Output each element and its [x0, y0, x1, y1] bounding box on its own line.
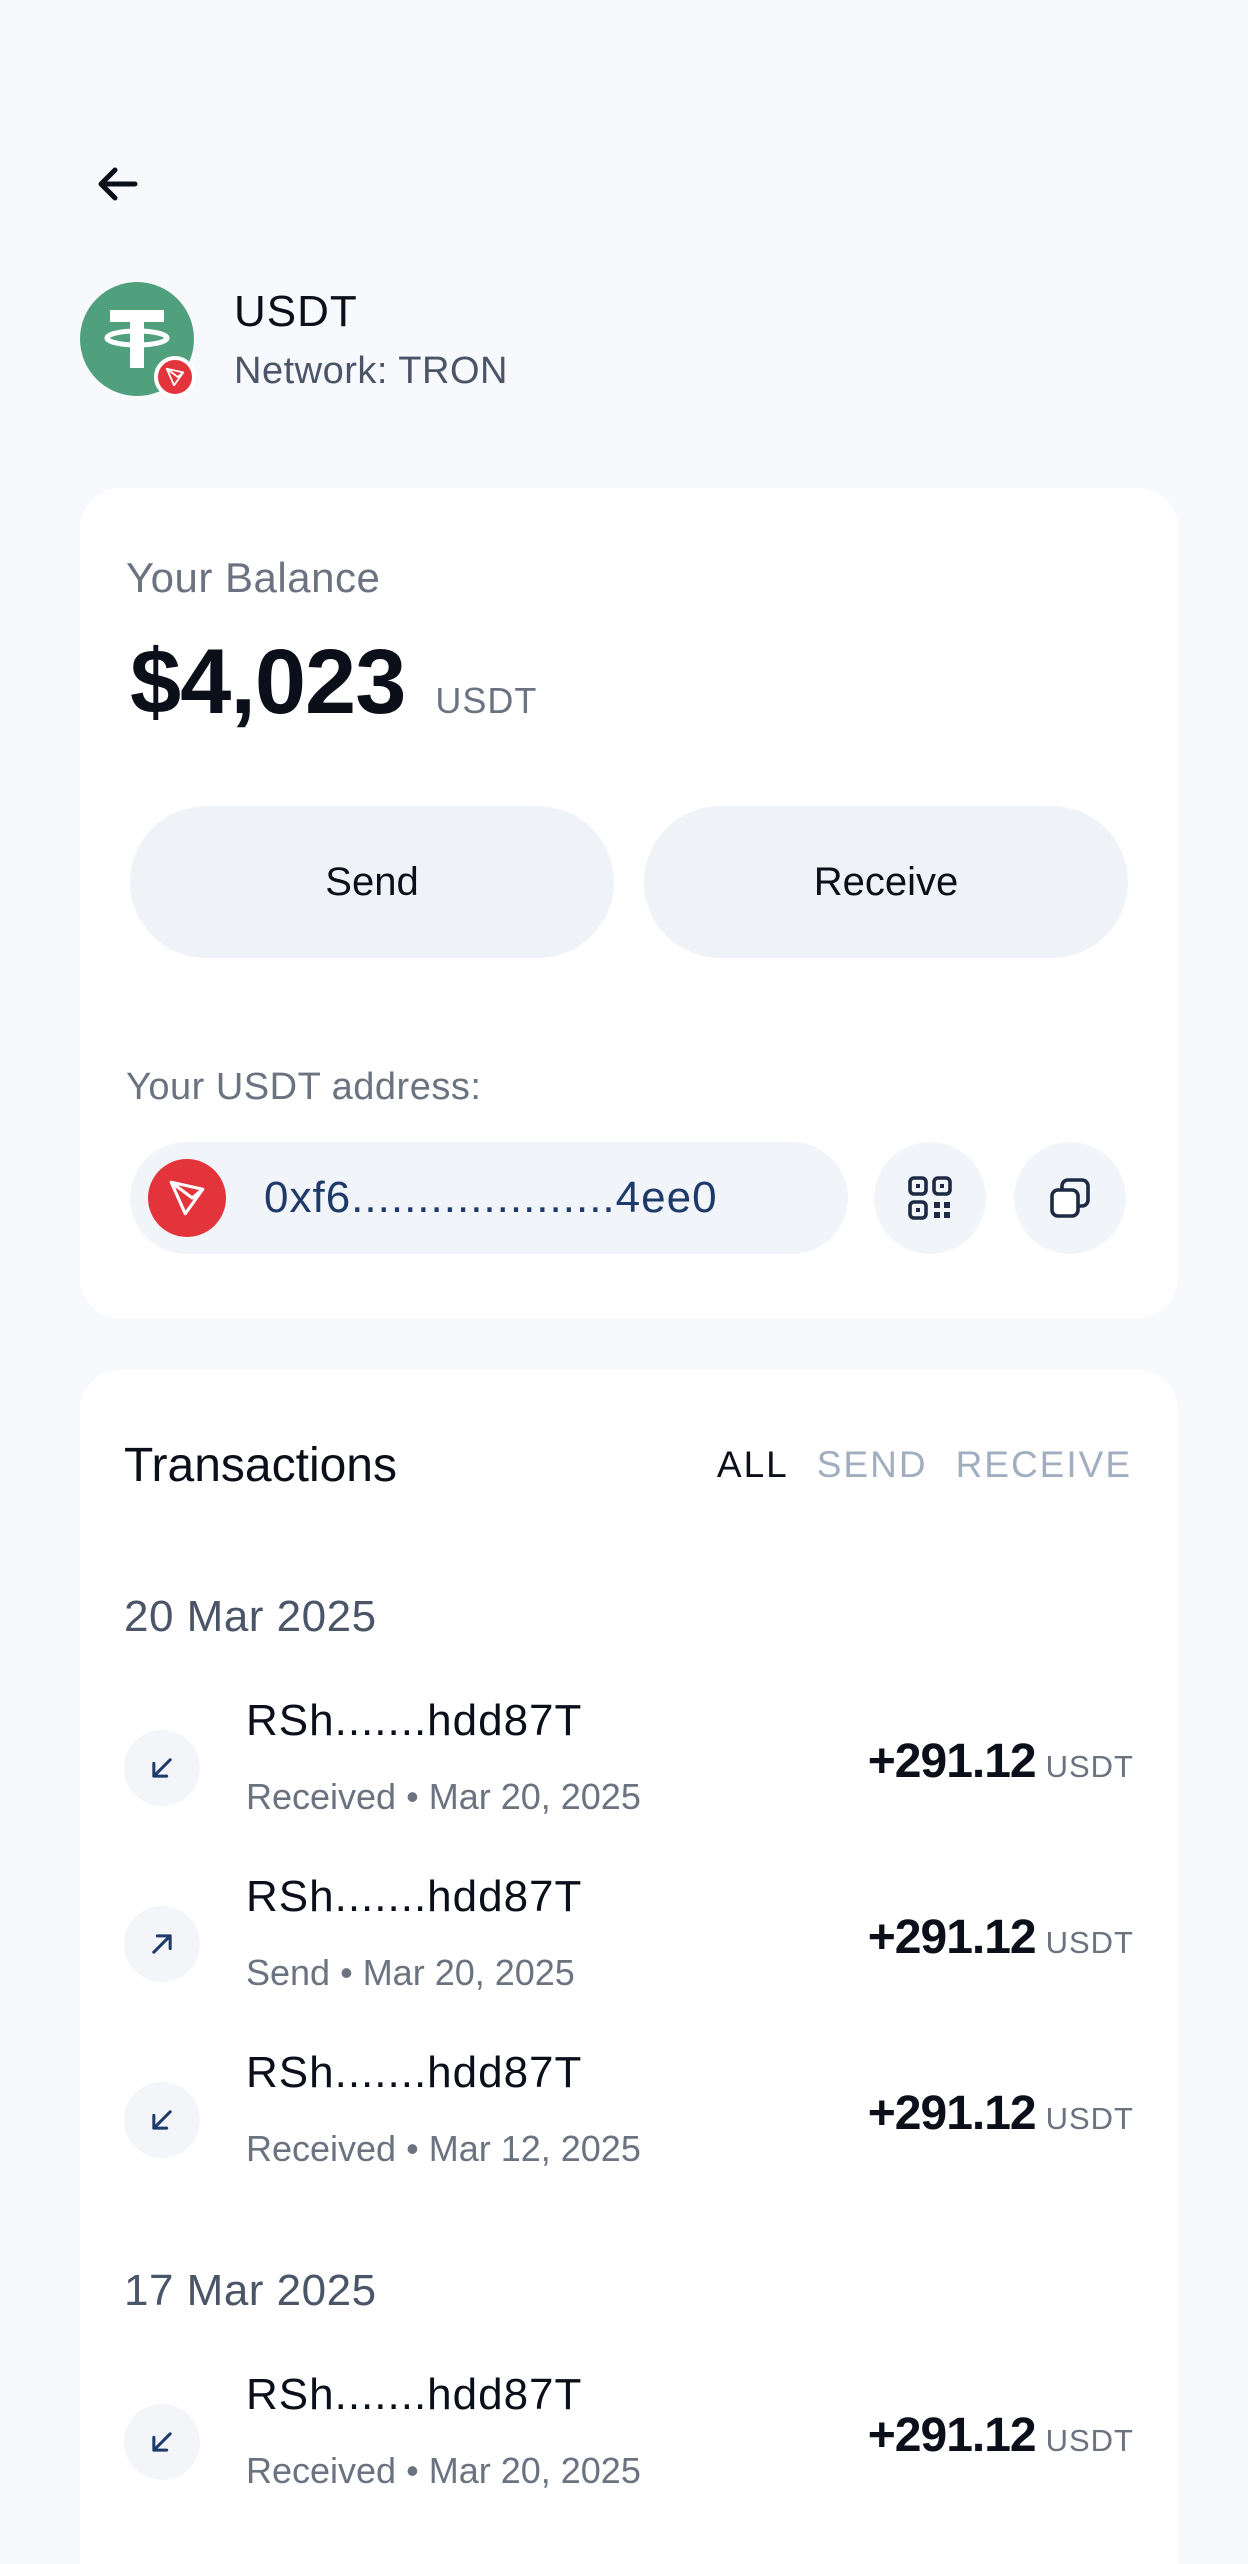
tx-amount: +291.12 USDT	[868, 1734, 1134, 1789]
tx-direction-icon	[124, 2404, 200, 2480]
usdt-logo	[80, 282, 196, 398]
tx-direction-icon	[124, 2082, 200, 2158]
tx-amount: +291.12 USDT	[868, 2408, 1134, 2463]
copy-button[interactable]	[1014, 1142, 1126, 1254]
tx-amount: +291.12 USDT	[868, 2086, 1134, 2141]
tx-date: Mar 20, 2025	[428, 1776, 641, 1817]
tx-value: +291.12	[867, 1735, 1037, 1788]
arrow-left-icon	[98, 167, 138, 201]
transactions-title: Transactions	[124, 1439, 397, 1492]
date-group-header: 20 Mar 2025	[124, 1592, 377, 1641]
address-value: 0xf6....................4ee0	[264, 1173, 718, 1222]
tx-address: RSh.......hdd87T	[246, 1696, 583, 1745]
tx-date: Mar 20, 2025	[362, 1952, 575, 1993]
transaction-row[interactable]: RSh.......hdd87T Received • Mar 20, 2025…	[124, 1686, 1134, 1826]
tx-direction-icon	[124, 1730, 200, 1806]
tx-separator: •	[396, 2450, 429, 2491]
tx-unit: USDT	[1045, 2423, 1134, 2458]
arrow-down-left-icon	[152, 1758, 172, 1778]
tx-address: RSh.......hdd87T	[246, 2370, 583, 2419]
tx-unit: USDT	[1045, 1749, 1134, 1784]
tron-icon	[169, 1180, 205, 1216]
tx-type: Send	[246, 1952, 331, 1993]
arrow-down-left-icon	[152, 2432, 172, 2452]
token-info: USDT Network: TRON	[234, 286, 508, 393]
arrow-down-left-icon	[152, 2110, 172, 2130]
tx-meta: Send • Mar 20, 2025	[246, 1952, 575, 1994]
tx-meta: Received • Mar 12, 2025	[246, 2128, 641, 2170]
tron-icon	[165, 367, 185, 387]
tx-address: RSh.......hdd87T	[246, 2048, 583, 2097]
send-button[interactable]: Send	[130, 806, 614, 958]
token-network: Network: TRON	[234, 349, 508, 392]
copy-icon	[1050, 1178, 1090, 1218]
qr-code-icon	[908, 1176, 952, 1220]
tx-meta: Received • Mar 20, 2025	[246, 2450, 641, 2492]
tx-unit: USDT	[1045, 2101, 1134, 2136]
tron-badge	[154, 356, 196, 398]
tx-separator: •	[396, 2128, 429, 2169]
balance-card: Your Balance $4,023 USDT Send Receive Yo…	[80, 488, 1178, 1318]
balance-label: Your Balance	[126, 554, 381, 601]
tx-separator: •	[330, 1952, 363, 1993]
balance-amount: $4,023	[130, 631, 406, 733]
tron-network-icon	[148, 1159, 226, 1237]
back-button[interactable]	[88, 158, 146, 210]
tx-unit: USDT	[1045, 1925, 1134, 1960]
transactions-card: Transactions ALL SEND RECEIVE 20 Mar 202…	[80, 1370, 1178, 2564]
balance-row: $4,023 USDT	[130, 630, 537, 735]
tx-amount: +291.12 USDT	[868, 1910, 1134, 1965]
tx-date: Mar 20, 2025	[428, 2450, 641, 2491]
balance-unit: USDT	[435, 680, 538, 721]
transaction-row[interactable]: RSh.......hdd87T Send • Mar 20, 2025 +29…	[124, 1862, 1134, 2002]
tx-value: +291.12	[867, 1911, 1037, 1964]
filter-send[interactable]: SEND	[817, 1444, 928, 1486]
filter-receive[interactable]: RECEIVE	[956, 1444, 1132, 1486]
receive-button[interactable]: Receive	[644, 806, 1128, 958]
arrow-up-right-icon	[152, 1934, 172, 1954]
tx-type: Received	[246, 2450, 397, 2491]
tx-value: +291.12	[867, 2087, 1037, 2140]
filter-all[interactable]: ALL	[717, 1444, 789, 1486]
token-header: USDT Network: TRON	[80, 282, 508, 398]
tx-meta: Received • Mar 20, 2025	[246, 1776, 641, 1818]
token-name: USDT	[234, 286, 358, 336]
tx-separator: •	[396, 1776, 429, 1817]
transaction-row[interactable]: RSh.......hdd87T Received • Mar 20, 2025…	[124, 2360, 1134, 2500]
token-detail-screen: USDT Network: TRON Your Balance $4,023 U…	[0, 0, 1248, 2564]
transaction-row[interactable]: RSh.......hdd87T Received • Mar 12, 2025…	[124, 2038, 1134, 2178]
tx-date: Mar 12, 2025	[428, 2128, 641, 2169]
address-field[interactable]: 0xf6....................4ee0	[130, 1142, 848, 1254]
qr-code-button[interactable]	[874, 1142, 986, 1254]
tx-address: RSh.......hdd87T	[246, 1872, 583, 1921]
transaction-filters: ALL SEND RECEIVE	[717, 1444, 1132, 1486]
tx-type: Received	[246, 1776, 397, 1817]
tx-value: +291.12	[867, 2409, 1037, 2462]
address-label: Your USDT address:	[126, 1066, 482, 1108]
date-group-header: 17 Mar 2025	[124, 2266, 377, 2315]
tx-type: Received	[246, 2128, 397, 2169]
tx-direction-icon	[124, 1906, 200, 1982]
